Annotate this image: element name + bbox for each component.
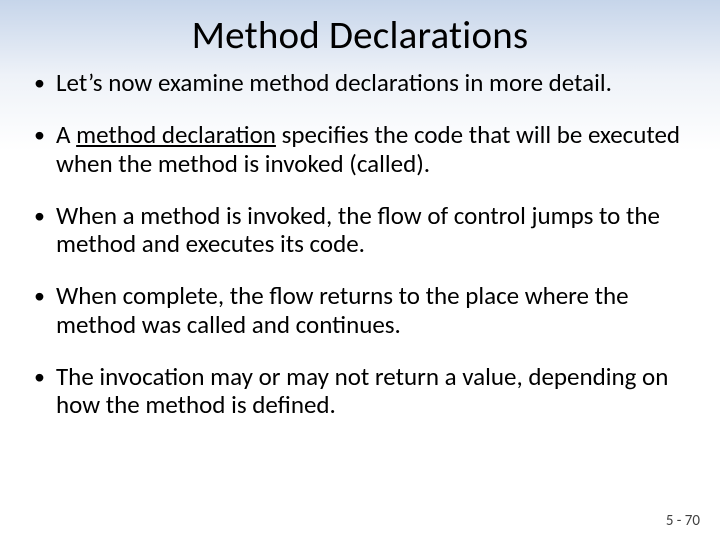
bullet-list: Let’s now examine method declarations in… xyxy=(28,69,692,419)
text-run: A xyxy=(56,119,76,150)
slide-title: Method Declarations xyxy=(0,0,720,67)
page-number: 5 - 70 xyxy=(666,512,700,530)
text-run-underline: method declaration xyxy=(76,119,276,150)
list-item: Let’s now examine method declarations in… xyxy=(28,69,692,97)
list-item: When complete, the flow returns to the p… xyxy=(28,282,692,339)
list-item: The invocation may or may not return a v… xyxy=(28,363,692,420)
list-item: A method declaration specifies the code … xyxy=(28,121,692,178)
slide-body: Let’s now examine method declarations in… xyxy=(0,67,720,419)
list-item: When a method is invoked, the flow of co… xyxy=(28,202,692,259)
